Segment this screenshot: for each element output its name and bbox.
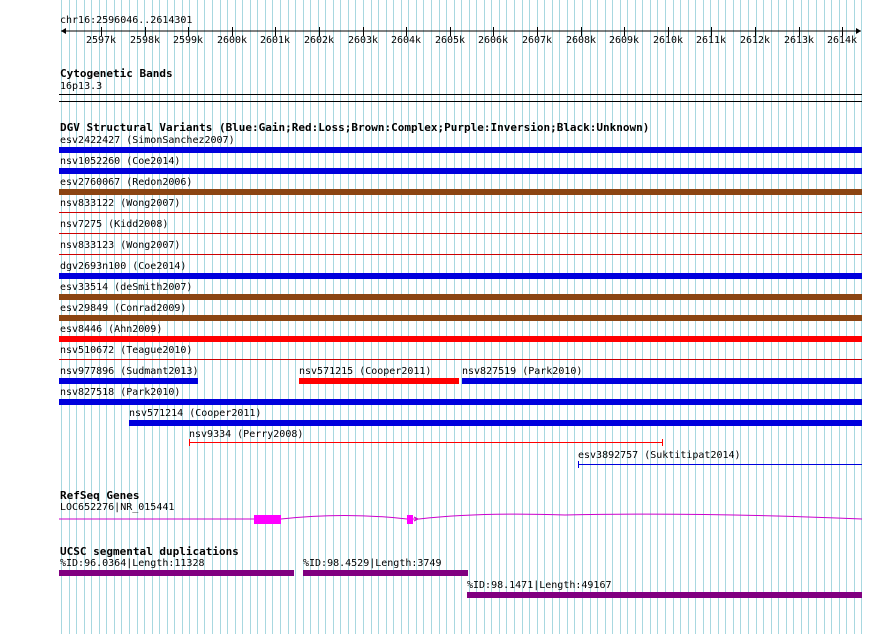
- refseq-gene-model[interactable]: [0, 508, 890, 532]
- ruler-tick-label: 2598k: [129, 35, 161, 46]
- dgv-variant-label[interactable]: nsv827519 (Park2010): [462, 366, 582, 378]
- ruler-tick-label: 2610k: [652, 35, 684, 46]
- ruler-tick-label: 2602k: [303, 35, 335, 46]
- segdup-bar-2[interactable]: [303, 570, 468, 576]
- ruler-tick-label: 2612k: [739, 35, 771, 46]
- ruler-tick-label: 2600k: [216, 35, 248, 46]
- cytobands-track-title[interactable]: Cytogenetic Bands: [60, 67, 173, 80]
- dgv-variant-bar[interactable]: [299, 378, 459, 384]
- ruler-tick-label: 2609k: [608, 35, 640, 46]
- ruler-tick-label: 2603k: [347, 35, 379, 46]
- ruler-tick-label: 2611k: [695, 35, 727, 46]
- ruler-tick-label: 2601k: [259, 35, 291, 46]
- dgv-variant-bar[interactable]: [59, 359, 862, 360]
- dgv-variant-label[interactable]: nsv7275 (Kidd2008): [60, 219, 168, 231]
- dgv-variant-label[interactable]: esv8446 (Ahn2009): [60, 324, 162, 336]
- dgv-variant-bar[interactable]: [59, 336, 862, 342]
- dgv-track-title[interactable]: DGV Structural Variants (Blue:Gain;Red:L…: [60, 121, 649, 134]
- dgv-variant-label[interactable]: nsv1052260 (Coe2014): [60, 156, 180, 168]
- segdup-track-title[interactable]: UCSC segmental duplications: [60, 545, 239, 558]
- ruler-tick-label: 2613k: [783, 35, 815, 46]
- dgv-variant-bar[interactable]: [59, 254, 862, 255]
- dgv-variant-bar[interactable]: [59, 399, 862, 405]
- ruler-tick-label: 2608k: [565, 35, 597, 46]
- ruler-tick-label: 2607k: [521, 35, 553, 46]
- ruler-tick-label: 2597k: [85, 35, 117, 46]
- ruler-tick-label: 2599k: [172, 35, 204, 46]
- dgv-variant-bar[interactable]: [59, 233, 862, 234]
- ruler-tick-label: 2604k: [390, 35, 422, 46]
- dgv-variant-label[interactable]: nsv827518 (Park2010): [60, 387, 180, 399]
- dgv-variant-label[interactable]: esv2422427 (SimonSanchez2007): [60, 135, 235, 147]
- dgv-variant-label[interactable]: esv33514 (deSmith2007): [60, 282, 192, 294]
- dgv-variant-bar[interactable]: [189, 439, 663, 446]
- cytoband-label[interactable]: 16p13.3: [60, 81, 102, 93]
- segdup-label-1[interactable]: %ID:96.0364|Length:11328: [60, 558, 205, 570]
- segdup-bar-3[interactable]: [467, 592, 862, 598]
- dgv-variant-label[interactable]: nsv510672 (Teague2010): [60, 345, 192, 357]
- segdup-label-3[interactable]: %ID:98.1471|Length:49167: [467, 580, 612, 592]
- dgv-variant-label[interactable]: esv29849 (Conrad2009): [60, 303, 186, 315]
- dgv-variant-bar[interactable]: [578, 461, 862, 468]
- dgv-variant-bar[interactable]: [59, 273, 862, 279]
- cytoband-line-upper: [59, 94, 862, 95]
- dgv-variant-label[interactable]: nsv833123 (Wong2007): [60, 240, 180, 252]
- cytoband-line-lower: [59, 101, 862, 102]
- dgv-variant-bar[interactable]: [59, 147, 862, 153]
- ruler-tick-label: 2605k: [434, 35, 466, 46]
- dgv-variant-label[interactable]: nsv977896 (Sudmant2013): [60, 366, 198, 378]
- dgv-variant-bar[interactable]: [59, 212, 862, 213]
- dgv-variant-bar[interactable]: [59, 315, 862, 321]
- segdup-bar-1[interactable]: [59, 570, 294, 576]
- dgv-variant-bar[interactable]: [462, 378, 862, 384]
- dgv-variant-label[interactable]: nsv571215 (Cooper2011): [299, 366, 431, 378]
- dgv-variant-label[interactable]: dgv2693n100 (Coe2014): [60, 261, 186, 273]
- dgv-variant-label[interactable]: nsv571214 (Cooper2011): [129, 408, 261, 420]
- genome-browser-view: chr16:2596046..2614301 2597k 2598k 2599k 26…: [0, 0, 890, 634]
- ruler-tick-label: 2606k: [477, 35, 509, 46]
- dgv-variant-bar[interactable]: [59, 378, 198, 384]
- ruler-tick-label: 2614k: [826, 35, 858, 46]
- refseq-track-title[interactable]: RefSeq Genes: [60, 489, 139, 502]
- segdup-label-2[interactable]: %ID:98.4529|Length:3749: [303, 558, 441, 570]
- dgv-variant-bar[interactable]: [129, 420, 862, 426]
- dgv-variant-label[interactable]: esv2760067 (Redon2006): [60, 177, 192, 189]
- dgv-variant-bar[interactable]: [59, 189, 862, 195]
- dgv-variant-bar[interactable]: [59, 168, 862, 174]
- dgv-variant-bar[interactable]: [59, 294, 862, 300]
- dgv-variant-label[interactable]: nsv833122 (Wong2007): [60, 198, 180, 210]
